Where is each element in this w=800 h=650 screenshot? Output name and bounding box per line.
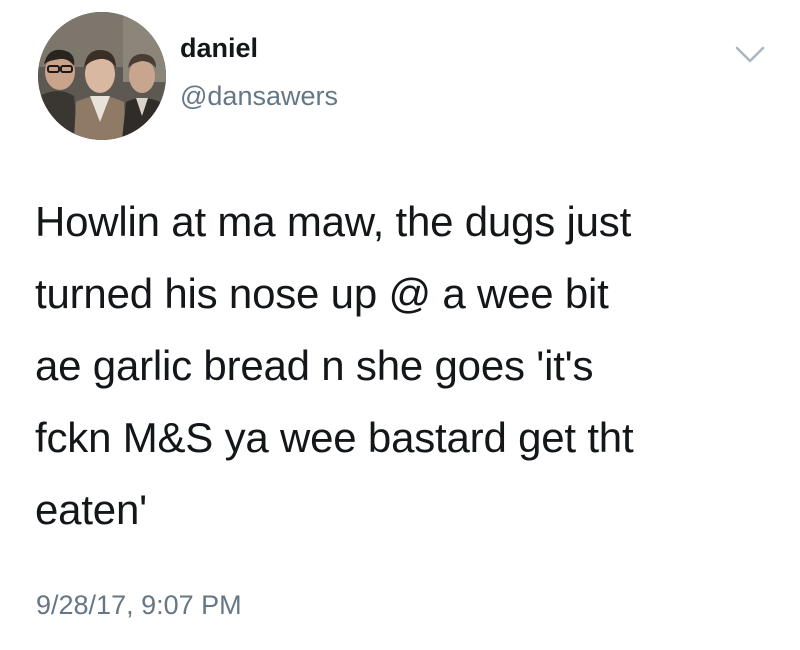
chevron-down-icon[interactable] xyxy=(734,44,766,66)
user-handle[interactable]: @dansawers xyxy=(180,80,338,112)
tweet-timestamp[interactable]: 9/28/17, 9:07 PM xyxy=(36,589,242,621)
display-name[interactable]: daniel xyxy=(180,32,258,64)
tweet-text: Howlin at ma maw, the dugs just turned h… xyxy=(35,198,634,533)
avatar-photo xyxy=(38,12,166,140)
avatar[interactable] xyxy=(38,12,166,140)
tweet-card: daniel @dansawers Howlin at ma maw, the … xyxy=(0,0,800,650)
